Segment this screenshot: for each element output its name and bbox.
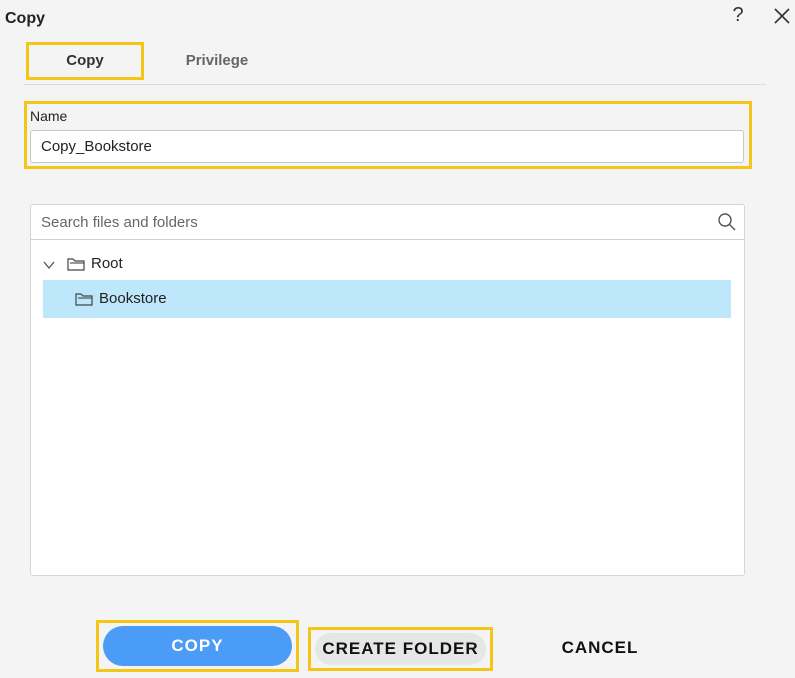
tree-item-label: Root <box>91 255 123 272</box>
create-folder-button-wrap: CREATE FOLDER <box>308 627 493 671</box>
dialog-title: Copy <box>5 10 45 27</box>
copy-button-wrap: COPY <box>96 620 299 672</box>
tab-bar: Copy Privilege <box>24 42 766 85</box>
folder-icon <box>75 293 93 306</box>
search-box <box>31 205 744 240</box>
search-icon[interactable] <box>717 212 737 232</box>
help-icon[interactable]: ? <box>729 4 747 26</box>
cancel-button[interactable]: CANCEL <box>540 626 660 670</box>
tab-copy[interactable]: Copy <box>26 42 144 80</box>
name-label: Name <box>30 108 68 124</box>
folder-icon <box>67 258 85 271</box>
folder-tree-panel: Root Bookstore <box>30 204 745 576</box>
chevron-down-icon[interactable] <box>42 258 56 272</box>
search-input[interactable] <box>31 205 731 239</box>
name-section: Name <box>24 101 752 169</box>
create-folder-button[interactable]: CREATE FOLDER <box>315 633 486 665</box>
tree-item-label: Bookstore <box>99 290 167 307</box>
close-icon[interactable] <box>772 6 792 26</box>
name-input[interactable] <box>30 130 744 163</box>
tree-item-root[interactable]: Root <box>39 245 729 283</box>
copy-button[interactable]: COPY <box>103 626 292 666</box>
tab-privilege[interactable]: Privilege <box>174 42 260 80</box>
tree-item-bookstore[interactable]: Bookstore <box>43 280 731 318</box>
